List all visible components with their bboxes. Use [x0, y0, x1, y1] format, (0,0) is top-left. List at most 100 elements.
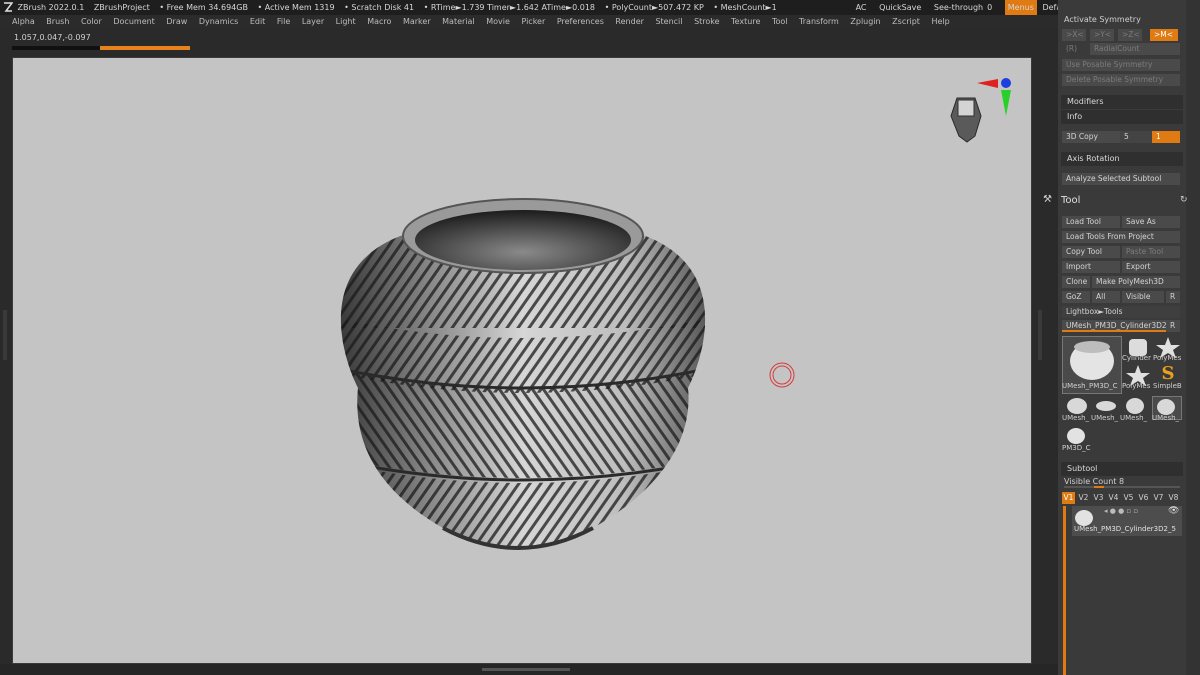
use-posable-symmetry-button[interactable]: Use Posable Symmetry: [1062, 59, 1180, 71]
menu-render[interactable]: Render: [615, 15, 643, 29]
subtool-version-v1[interactable]: V1: [1062, 492, 1075, 504]
cursor-coordinates: 1.057,0.047,-0.097: [14, 33, 91, 42]
sub-toolbar: [0, 29, 1058, 57]
activate-symmetry-button[interactable]: Activate Symmetry: [1064, 15, 1141, 24]
current-tool-r-button[interactable]: R: [1166, 320, 1180, 332]
subtool-version-v4[interactable]: V4: [1107, 492, 1120, 504]
3d-copy-button[interactable]: 3D Copy: [1062, 131, 1120, 143]
3d-copy-value[interactable]: 5: [1120, 131, 1152, 143]
menu-layer[interactable]: Layer: [302, 15, 324, 29]
left-tray-grip[interactable]: [3, 310, 7, 360]
quicksave-button[interactable]: QuickSave: [879, 0, 921, 15]
lightbox-tools-button[interactable]: Lightbox►Tools: [1062, 306, 1180, 318]
copy-tool-button[interactable]: Copy Tool: [1062, 246, 1120, 258]
save-as-button[interactable]: Save As: [1122, 216, 1180, 228]
clone-button[interactable]: Clone: [1062, 276, 1090, 288]
document-canvas[interactable]: [12, 57, 1032, 664]
menu-picker[interactable]: Picker: [521, 15, 545, 29]
menu-file[interactable]: File: [277, 15, 290, 29]
menu-zscript[interactable]: Zscript: [892, 15, 920, 29]
subtool-header[interactable]: Subtool: [1061, 462, 1183, 476]
menu-transform[interactable]: Transform: [799, 15, 839, 29]
symmetry-y-button[interactable]: >Y<: [1090, 29, 1114, 41]
delete-posable-symmetry-button[interactable]: Delete Posable Symmetry: [1062, 74, 1180, 86]
tool-palette-title[interactable]: Tool: [1061, 195, 1080, 206]
menu-document[interactable]: Document: [113, 15, 154, 29]
paste-tool-button[interactable]: Paste Tool: [1122, 246, 1180, 258]
subtool-version-v6[interactable]: V6: [1137, 492, 1150, 504]
modifiers-header[interactable]: Modifiers: [1061, 95, 1183, 109]
goz-all-button[interactable]: All: [1092, 291, 1120, 303]
load-tools-from-project-button[interactable]: Load Tools From Project: [1062, 231, 1180, 243]
radial-count-slider[interactable]: RadialCount: [1090, 43, 1180, 55]
subtool-version-v8[interactable]: V8: [1167, 492, 1180, 504]
menu-light[interactable]: Light: [336, 15, 356, 29]
hammer-icon: ⚒: [1043, 194, 1052, 205]
viewport-svg[interactable]: [13, 58, 1031, 663]
menu-color[interactable]: Color: [81, 15, 102, 29]
goz-r-button[interactable]: R: [1166, 291, 1180, 303]
subtool-version-v3[interactable]: V3: [1092, 492, 1105, 504]
symmetry-m-button[interactable]: >M<: [1150, 29, 1178, 41]
menu-preferences[interactable]: Preferences: [557, 15, 604, 29]
analyze-selected-subtool-button[interactable]: Analyze Selected Subtool: [1062, 173, 1180, 185]
menu-alpha[interactable]: Alpha: [12, 15, 35, 29]
subtool-thumb-icon: [1075, 510, 1093, 526]
visibility-eye-icon[interactable]: 👁: [1168, 506, 1179, 516]
menu-zplugin[interactable]: Zplugin: [850, 15, 880, 29]
ac-label[interactable]: AC: [856, 0, 867, 15]
stat-free-mem: • Free Mem 34.694GB: [159, 3, 248, 12]
symmetry-z-button[interactable]: >Z<: [1118, 29, 1142, 41]
load-tool-button[interactable]: Load Tool: [1062, 216, 1120, 228]
goz-button[interactable]: GoZ: [1062, 291, 1090, 303]
3d-copy-count[interactable]: 1: [1152, 131, 1180, 143]
refresh-icon[interactable]: ↻: [1180, 195, 1188, 205]
right-tray-grip[interactable]: [1038, 310, 1042, 360]
zbrush-logo-icon: [4, 2, 14, 12]
menu-dynamics[interactable]: Dynamics: [199, 15, 238, 29]
menu-stencil[interactable]: Stencil: [655, 15, 682, 29]
menu-texture[interactable]: Texture: [731, 15, 760, 29]
current-tool-slider[interactable]: UMesh_PM3D_Cylinder3D2_5: [1062, 320, 1166, 332]
menu-tool[interactable]: Tool: [772, 15, 788, 29]
menu-draw[interactable]: Draw: [166, 15, 187, 29]
progress-track: [12, 46, 100, 50]
menus-button[interactable]: Menus: [1004, 0, 1037, 15]
menu-stroke[interactable]: Stroke: [694, 15, 720, 29]
export-button[interactable]: Export: [1122, 261, 1180, 273]
info-header[interactable]: Info: [1061, 110, 1183, 124]
see-through-slider[interactable]: See-through 0: [934, 0, 992, 15]
right-tray-scrollbar[interactable]: [1186, 0, 1200, 675]
app-version: ZBrush 2022.0.1: [17, 3, 85, 12]
subtool-version-v2[interactable]: V2: [1077, 492, 1090, 504]
menu-marker[interactable]: Marker: [403, 15, 431, 29]
visible-count-slider[interactable]: Visible Count 8: [1064, 477, 1180, 488]
vase-model[interactable]: [293, 198, 753, 578]
tool-thumb-small-5[interactable]: [1064, 426, 1088, 446]
see-through-value: 0: [987, 3, 993, 12]
menu-edit[interactable]: Edit: [250, 15, 266, 29]
stat-timers: • RTime►1.739 Timer►1.642 ATime►0.018: [423, 3, 596, 12]
menu-movie[interactable]: Movie: [486, 15, 510, 29]
subtool-list-item[interactable]: ◂ ● ● ▫ ▫ 👁 UMesh_PM3D_Cylinder3D2_5: [1072, 506, 1182, 536]
subtool-toggle-icons[interactable]: ◂ ● ● ▫ ▫: [1104, 507, 1138, 515]
bottom-tray-grip[interactable]: [482, 668, 570, 671]
axis-rotation-header[interactable]: Axis Rotation: [1061, 152, 1183, 166]
goz-visible-button[interactable]: Visible: [1122, 291, 1164, 303]
tool-thumb-label-umesh: UMesh_PM3D_C: [1062, 382, 1118, 390]
menu-help[interactable]: Help: [932, 15, 950, 29]
navigation-gizmo-icon[interactable]: [950, 78, 1011, 143]
radial-toggle-button[interactable]: (R): [1062, 43, 1084, 55]
make-polymesh3d-button[interactable]: Make PolyMesh3D: [1092, 276, 1180, 288]
tool-thumb-label-small-5: PM3D_C: [1062, 444, 1091, 452]
subtool-version-v5[interactable]: V5: [1122, 492, 1135, 504]
title-bar: ZBrush 2022.0.1 ZBrushProject • Free Mem…: [0, 0, 1200, 15]
subtool-version-v7[interactable]: V7: [1152, 492, 1165, 504]
menu-brush[interactable]: Brush: [46, 15, 69, 29]
project-name: ZBrushProject: [93, 3, 150, 12]
menu-material[interactable]: Material: [442, 15, 475, 29]
brush-cursor-icon: [769, 362, 795, 388]
menu-macro[interactable]: Macro: [367, 15, 391, 29]
import-button[interactable]: Import: [1062, 261, 1120, 273]
symmetry-x-button[interactable]: >X<: [1062, 29, 1086, 41]
